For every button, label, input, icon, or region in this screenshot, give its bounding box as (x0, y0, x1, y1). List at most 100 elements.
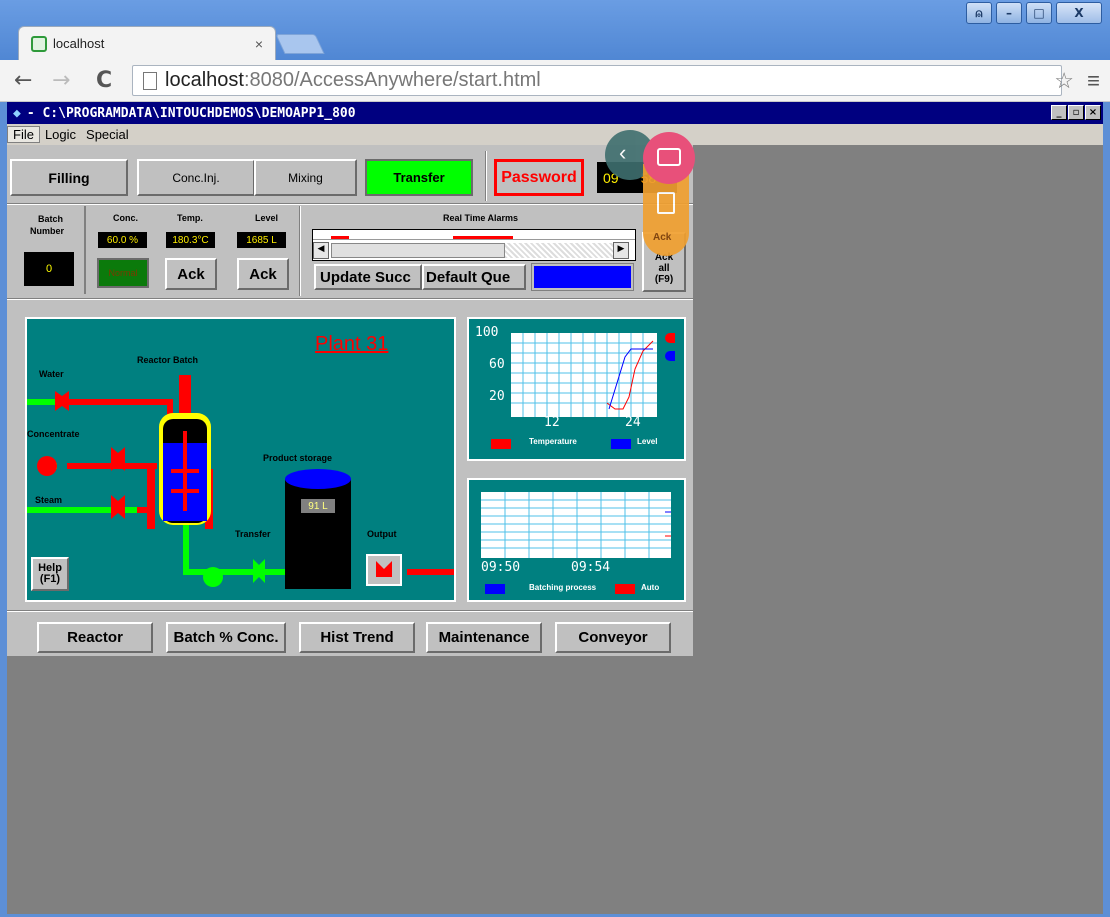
address-bar[interactable]: localhost:8080/AccessAnywhere/start.html (132, 65, 1062, 96)
help-button[interactable]: Help (F1) (31, 557, 69, 591)
batch-panel: Batch Number 0 (10, 206, 86, 294)
conc-label: Conc. (113, 213, 139, 223)
temperature-legend-swatch (491, 439, 511, 449)
clipboard-icon[interactable] (657, 192, 675, 214)
mixing-button[interactable]: Mixing (254, 159, 357, 196)
alarm-color-indicator (531, 263, 634, 291)
level-label: Level (255, 213, 279, 223)
storage-level-display: 91 L (301, 499, 335, 513)
scrollbar-thumb[interactable] (331, 243, 505, 258)
app-viewport: ◆ - C:\PROGRAMDATA\INTOUCHDEMOS\DEMOAPP1… (7, 102, 1103, 914)
level-marker-icon (665, 351, 675, 361)
app-restore-button[interactable]: ▫ (1068, 105, 1084, 120)
conc-value: 60.0 % (98, 232, 147, 248)
scroll-left-icon[interactable]: ◀ (313, 242, 329, 259)
conveyor-button[interactable]: Conveyor (555, 622, 671, 653)
profile-icon[interactable]: ⍝ (966, 2, 992, 24)
batching-legend-swatch (485, 584, 505, 594)
output-pipe (407, 569, 454, 575)
temperature-marker-icon (665, 333, 675, 343)
overlay-toolbox-button[interactable] (643, 132, 695, 184)
batch-conc-button[interactable]: Batch % Conc. (166, 622, 286, 653)
window-controls: ⍝ – □ X (966, 2, 1102, 24)
trend-batching[interactable]: 09:50 09:54 Batching process Auto (467, 478, 686, 602)
ack-all-line2: all (658, 263, 670, 274)
close-window-button[interactable]: X (1056, 2, 1102, 24)
water-pipe-red (67, 399, 167, 405)
divider (7, 203, 693, 205)
app-minimize-button[interactable]: _ (1051, 105, 1067, 120)
menu-logic[interactable]: Logic (40, 127, 81, 142)
bookmark-star-icon[interactable]: ☆ (1054, 68, 1074, 94)
password-button[interactable]: Password (494, 159, 584, 196)
temperature-legend-label: Temperature (529, 437, 577, 446)
menu-file[interactable]: File (7, 126, 40, 143)
reactor-button[interactable]: Reactor (37, 622, 153, 653)
outlet-pipe-vertical (183, 525, 189, 575)
app-title: - C:\PROGRAMDATA\INTOUCHDEMOS\DEMOAPP1_8… (26, 105, 356, 121)
app-window-controls: _ ▫ × (1051, 105, 1101, 120)
temp-label: Temp. (177, 213, 203, 223)
maximize-button[interactable]: □ (1026, 2, 1052, 24)
hist-trend-button[interactable]: Hist Trend (299, 622, 415, 653)
conc-status: Normal (97, 258, 149, 288)
level-legend-swatch (611, 439, 631, 449)
trend1-x-24: 24 (625, 415, 641, 430)
toolbox-icon (657, 148, 681, 166)
trend1-plot (511, 333, 657, 417)
app-close-button[interactable]: × (1085, 105, 1101, 120)
page-icon (143, 71, 157, 90)
storage-tank-top (285, 469, 351, 489)
update-button[interactable]: Update Succ (314, 264, 422, 290)
batching-legend-label: Batching process (529, 583, 597, 592)
trend2-plot (481, 492, 671, 558)
batch-label-1: Batch (38, 214, 64, 224)
browser-tab[interactable]: localhost × (18, 26, 276, 60)
default-queue-button[interactable]: Default Que (422, 264, 526, 290)
trend-temperature-level[interactable]: 100 60 20 12 24 Temperature Level (467, 317, 686, 461)
filling-button[interactable]: Filling (10, 159, 128, 196)
alarm-text (453, 236, 513, 239)
trend1-y-20: 20 (489, 389, 505, 404)
trend1-y-60: 60 (489, 357, 505, 372)
divider (7, 610, 693, 612)
alarm-list[interactable]: ◀ ▶ (312, 229, 636, 261)
menu-special[interactable]: Special (81, 127, 134, 142)
overlay-ack-label[interactable]: Ack (653, 232, 671, 243)
plant-drawing (27, 375, 454, 589)
tab-close-icon[interactable]: × (255, 36, 263, 52)
intouch-window: Filling Conc.Inj. Mixing Transfer Passwo… (7, 145, 693, 656)
plant-mimic: Plant 31 Reactor Batch Water Concentrate… (25, 317, 456, 602)
maintenance-button[interactable]: Maintenance (426, 622, 542, 653)
temp-value: 180.3°C (166, 232, 215, 248)
conc-inj-button[interactable]: Conc.Inj. (137, 159, 255, 196)
back-icon[interactable]: ← (14, 68, 32, 93)
scroll-right-icon[interactable]: ▶ (613, 242, 629, 259)
minimize-button[interactable]: – (996, 2, 1022, 24)
app-icon: ◆ (13, 105, 21, 121)
reload-icon[interactable]: C (96, 68, 112, 93)
level-ack-button[interactable]: Ack (237, 258, 289, 290)
level-value: 1685 L (237, 232, 286, 248)
browser-menu-icon[interactable]: ≡ (1087, 68, 1100, 94)
tab-title: localhost (53, 36, 105, 51)
level-legend-label: Level (637, 437, 658, 446)
temp-ack-button[interactable]: Ack (165, 258, 217, 290)
forward-icon[interactable]: → (52, 68, 70, 93)
browser-toolbar: ← → C localhost:8080/AccessAnywhere/star… (0, 60, 1110, 102)
separator (299, 206, 301, 296)
agitator-blade (171, 469, 199, 473)
trend1-x-12: 12 (544, 415, 560, 430)
batch-number: 0 (24, 252, 74, 286)
ack-all-line3: (F9) (654, 274, 674, 285)
scrollbar-track[interactable] (505, 243, 613, 258)
divider (7, 298, 693, 300)
agitator-motor-icon (179, 375, 191, 415)
transfer-button[interactable]: Transfer (365, 159, 473, 196)
browser-titlebar: ⍝ – □ X localhost × (0, 0, 1110, 62)
chevron-left-icon: ‹ (619, 140, 627, 165)
batch-label-2: Number (30, 226, 65, 236)
trend2-x-0954: 09:54 (571, 560, 611, 575)
favicon-icon (31, 35, 47, 52)
new-tab-button[interactable] (275, 34, 325, 54)
